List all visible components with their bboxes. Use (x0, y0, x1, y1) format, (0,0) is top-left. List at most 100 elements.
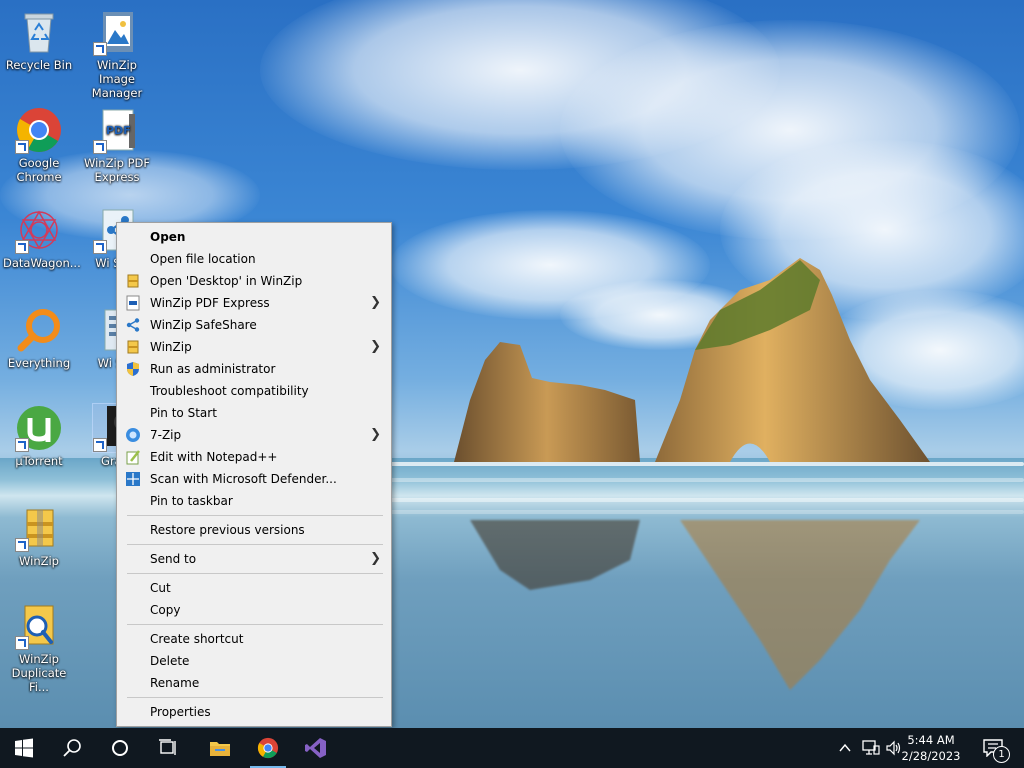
winzip-duplicate-finder-icon (15, 602, 63, 650)
visual-studio-icon (305, 738, 326, 758)
winzip-image-manager-icon (93, 8, 141, 56)
menu-item-properties[interactable]: Properties (117, 701, 391, 723)
task-view-icon (159, 739, 176, 755)
winzip-pdf-express-icon: PDF (93, 106, 141, 154)
action-center-button[interactable]: 1 (976, 728, 1024, 768)
menu-item-label: Pin to Start (150, 406, 217, 420)
desktop-icon-winzip[interactable]: WinZip (1, 502, 77, 568)
menu-item-label: Cut (150, 581, 171, 595)
cortana-circle-icon (112, 740, 128, 756)
uac-shield-icon (127, 362, 139, 376)
chrome-icon (257, 737, 279, 759)
menu-item-edit-with-notepad-plus-plus[interactable]: Edit with Notepad++ (117, 446, 391, 468)
menu-item-label: WinZip PDF Express (150, 296, 270, 310)
desktop-icon-recycle-bin[interactable]: Recycle Bin (1, 6, 77, 72)
shortcut-arrow-icon (93, 42, 107, 56)
menu-item-create-shortcut[interactable]: Create shortcut (117, 628, 391, 650)
desktop-icon-label: Everything (7, 356, 71, 370)
menu-item-cut[interactable]: Cut (117, 577, 391, 599)
menu-separator (127, 573, 383, 574)
datawagon-icon (15, 206, 63, 254)
menu-item-delete[interactable]: Delete (117, 650, 391, 672)
desktop-icon-winzip-duplicate-finder[interactable]: WinZip Duplicate Fi... (1, 600, 77, 694)
winzip-icon (127, 340, 139, 354)
menu-item-7-zip[interactable]: 7-Zip ❯ (117, 424, 391, 446)
menu-item-label: Open file location (150, 252, 256, 266)
desktop-icon-label: Recycle Bin (5, 58, 73, 72)
menu-item-restore-previous-versions[interactable]: Restore previous versions (117, 519, 391, 541)
menu-item-label: Rename (150, 676, 200, 690)
desktop-icon-utorrent[interactable]: µTorrent (1, 402, 77, 468)
menu-item-label: Send to (150, 552, 197, 566)
menu-item-label: Open (150, 230, 186, 244)
desktop-icon-label: DataWagon... (3, 256, 81, 270)
desktop-icon-datawagon[interactable]: DataWagon... (1, 204, 81, 270)
menu-item-winzip[interactable]: WinZip ❯ (117, 336, 391, 358)
everything-search-icon (15, 306, 63, 354)
menu-item-label: Properties (150, 705, 211, 719)
start-button[interactable] (0, 728, 48, 768)
menu-item-pin-to-start[interactable]: Pin to Start (117, 402, 391, 424)
winzip-icon (15, 504, 63, 552)
desktop-icon-label: WinZip Image Manager (91, 58, 143, 100)
shortcut-arrow-icon (93, 240, 107, 254)
clock-time[interactable]: 5:44 AM (896, 733, 966, 747)
menu-item-winzip-pdf-express[interactable]: WinZip PDF Express ❯ (117, 292, 391, 314)
menu-item-label: Pin to taskbar (150, 494, 233, 508)
menu-item-scan-with-microsoft-defender[interactable]: Scan with Microsoft Defender... (117, 468, 391, 490)
menu-item-run-as-administrator[interactable]: Run as administrator (117, 358, 391, 380)
menu-item-open-desktop-in-winzip[interactable]: Open 'Desktop' in WinZip (117, 270, 391, 292)
menu-separator (127, 697, 383, 698)
menu-item-send-to[interactable]: Send to ❯ (117, 548, 391, 570)
defender-icon (126, 472, 140, 486)
menu-separator (127, 624, 383, 625)
desktop-icon-label: Google Chrome (16, 156, 62, 184)
chrome-icon (15, 106, 63, 154)
visual-studio-button[interactable] (292, 728, 340, 768)
menu-item-label: Delete (150, 654, 190, 668)
menu-item-open[interactable]: Open (117, 226, 391, 248)
menu-item-label: WinZip (150, 340, 192, 354)
task-view-button[interactable] (144, 728, 192, 768)
cortana-button[interactable] (96, 728, 144, 768)
desktop-icon-google-chrome[interactable]: Google Chrome (1, 104, 77, 184)
menu-item-label: 7-Zip (150, 428, 182, 442)
notification-badge: 1 (993, 746, 1010, 763)
context-menu: Open Open file location Open 'Desktop' i… (116, 222, 392, 727)
menu-item-open-file-location[interactable]: Open file location (117, 248, 391, 270)
clock-date[interactable]: 2/28/2023 (896, 749, 966, 763)
search-icon (63, 739, 81, 757)
file-explorer-button[interactable] (195, 728, 243, 768)
submenu-arrow-icon: ❯ (370, 295, 381, 310)
svg-text:PDF: PDF (106, 124, 131, 137)
desktop-icon-winzip-pdf-express[interactable]: PDF WinZip PDF Express (79, 104, 155, 184)
desktop-icon-label: WinZip Duplicate Fi... (11, 652, 67, 694)
menu-item-rename[interactable]: Rename (117, 672, 391, 694)
rock-formations (454, 258, 930, 462)
network-icon[interactable] (862, 740, 880, 756)
shortcut-arrow-icon (15, 438, 29, 452)
chrome-taskbar-button[interactable] (244, 728, 292, 768)
menu-item-label: Open 'Desktop' in WinZip (150, 274, 303, 288)
windows-logo-icon (15, 738, 33, 758)
desktop-icon-label: µTorrent (15, 454, 63, 468)
menu-item-pin-to-taskbar[interactable]: Pin to taskbar (117, 490, 391, 512)
taskbar: 5:44 AM 2/28/2023 1 (0, 728, 1024, 768)
shortcut-arrow-icon (93, 438, 107, 452)
shortcut-arrow-icon (15, 140, 29, 154)
menu-item-label: Restore previous versions (150, 523, 305, 537)
rock-reflection (470, 520, 920, 690)
recycle-bin-icon (15, 8, 63, 56)
submenu-arrow-icon: ❯ (370, 339, 381, 354)
menu-item-label: WinZip SafeShare (150, 318, 257, 332)
search-button[interactable] (48, 728, 96, 768)
winzip-icon (127, 274, 139, 288)
chevron-up-icon[interactable] (838, 741, 852, 755)
desktop-icon-winzip-image-manager[interactable]: WinZip Image Manager (79, 6, 155, 100)
menu-item-label: Copy (150, 603, 181, 617)
desktop-icon-everything[interactable]: Everything (1, 304, 77, 370)
menu-item-troubleshoot-compatibility[interactable]: Troubleshoot compatibility (117, 380, 391, 402)
menu-item-copy[interactable]: Copy (117, 599, 391, 621)
desktop-icon-label: WinZip (19, 554, 59, 568)
menu-item-winzip-safeshare[interactable]: WinZip SafeShare (117, 314, 391, 336)
